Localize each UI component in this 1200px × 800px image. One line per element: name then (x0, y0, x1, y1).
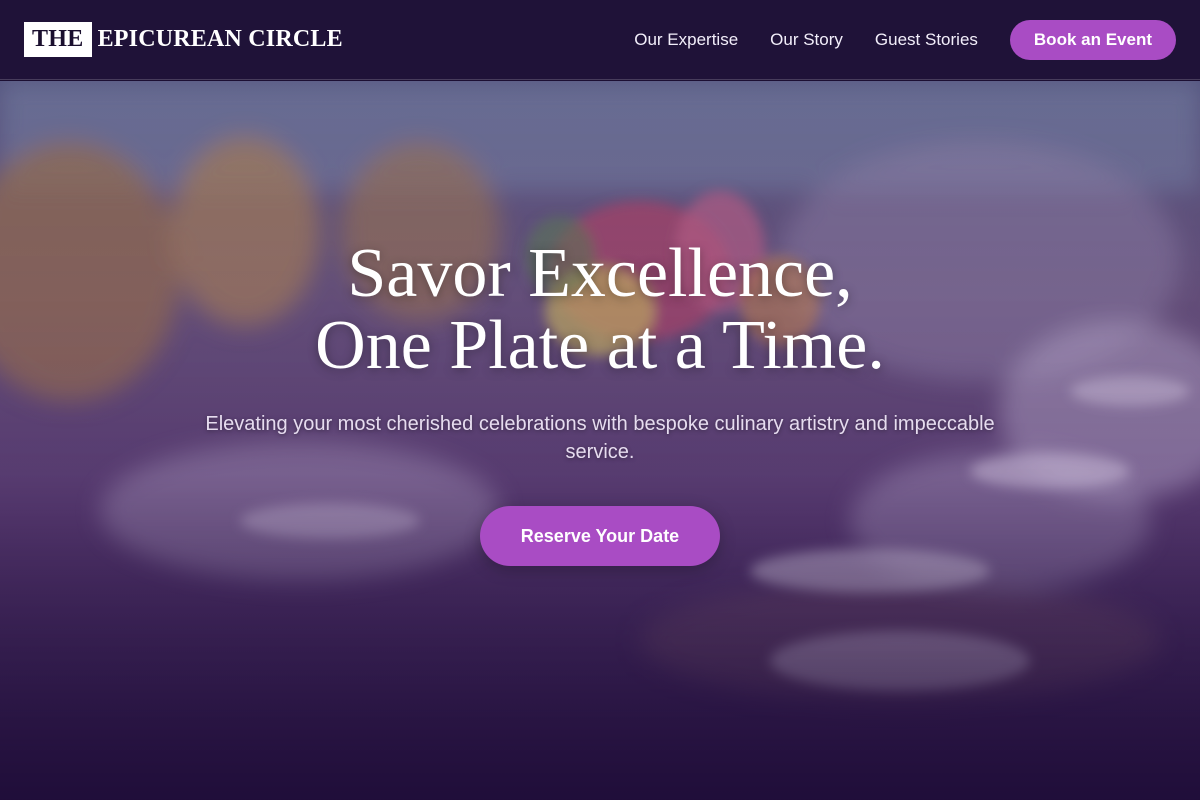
book-event-button[interactable]: Book an Event (1009, 19, 1176, 60)
hero-title: Savor Excellence, One Plate at a Time. (315, 238, 885, 382)
hero-section: Savor Excellence, One Plate at a Time. E… (0, 81, 1200, 800)
brand-logo[interactable]: THE EPICUREAN CIRCLE (24, 22, 343, 57)
brand-logo-text: EPICUREAN CIRCLE (97, 26, 343, 52)
nav-link-guest-stories[interactable]: Guest Stories (875, 30, 978, 50)
hero-title-line-1: Savor Excellence, (347, 235, 853, 312)
nav-link-our-story[interactable]: Our Story (770, 30, 843, 50)
brand-logo-boxed-word: THE (24, 22, 92, 57)
reserve-date-button[interactable]: Reserve Your Date (480, 506, 720, 566)
hero-title-line-2: One Plate at a Time. (315, 307, 885, 384)
hero-content: Savor Excellence, One Plate at a Time. E… (0, 81, 1200, 800)
landing-page: THE EPICUREAN CIRCLE Our Expertise Our S… (0, 0, 1200, 800)
top-navbar: THE EPICUREAN CIRCLE Our Expertise Our S… (0, 0, 1200, 80)
main-nav: Our Expertise Our Story Guest Stories Bo… (602, 19, 1176, 60)
nav-link-our-expertise[interactable]: Our Expertise (634, 30, 738, 50)
hero-subtitle: Elevating your most cherished celebratio… (205, 413, 995, 463)
